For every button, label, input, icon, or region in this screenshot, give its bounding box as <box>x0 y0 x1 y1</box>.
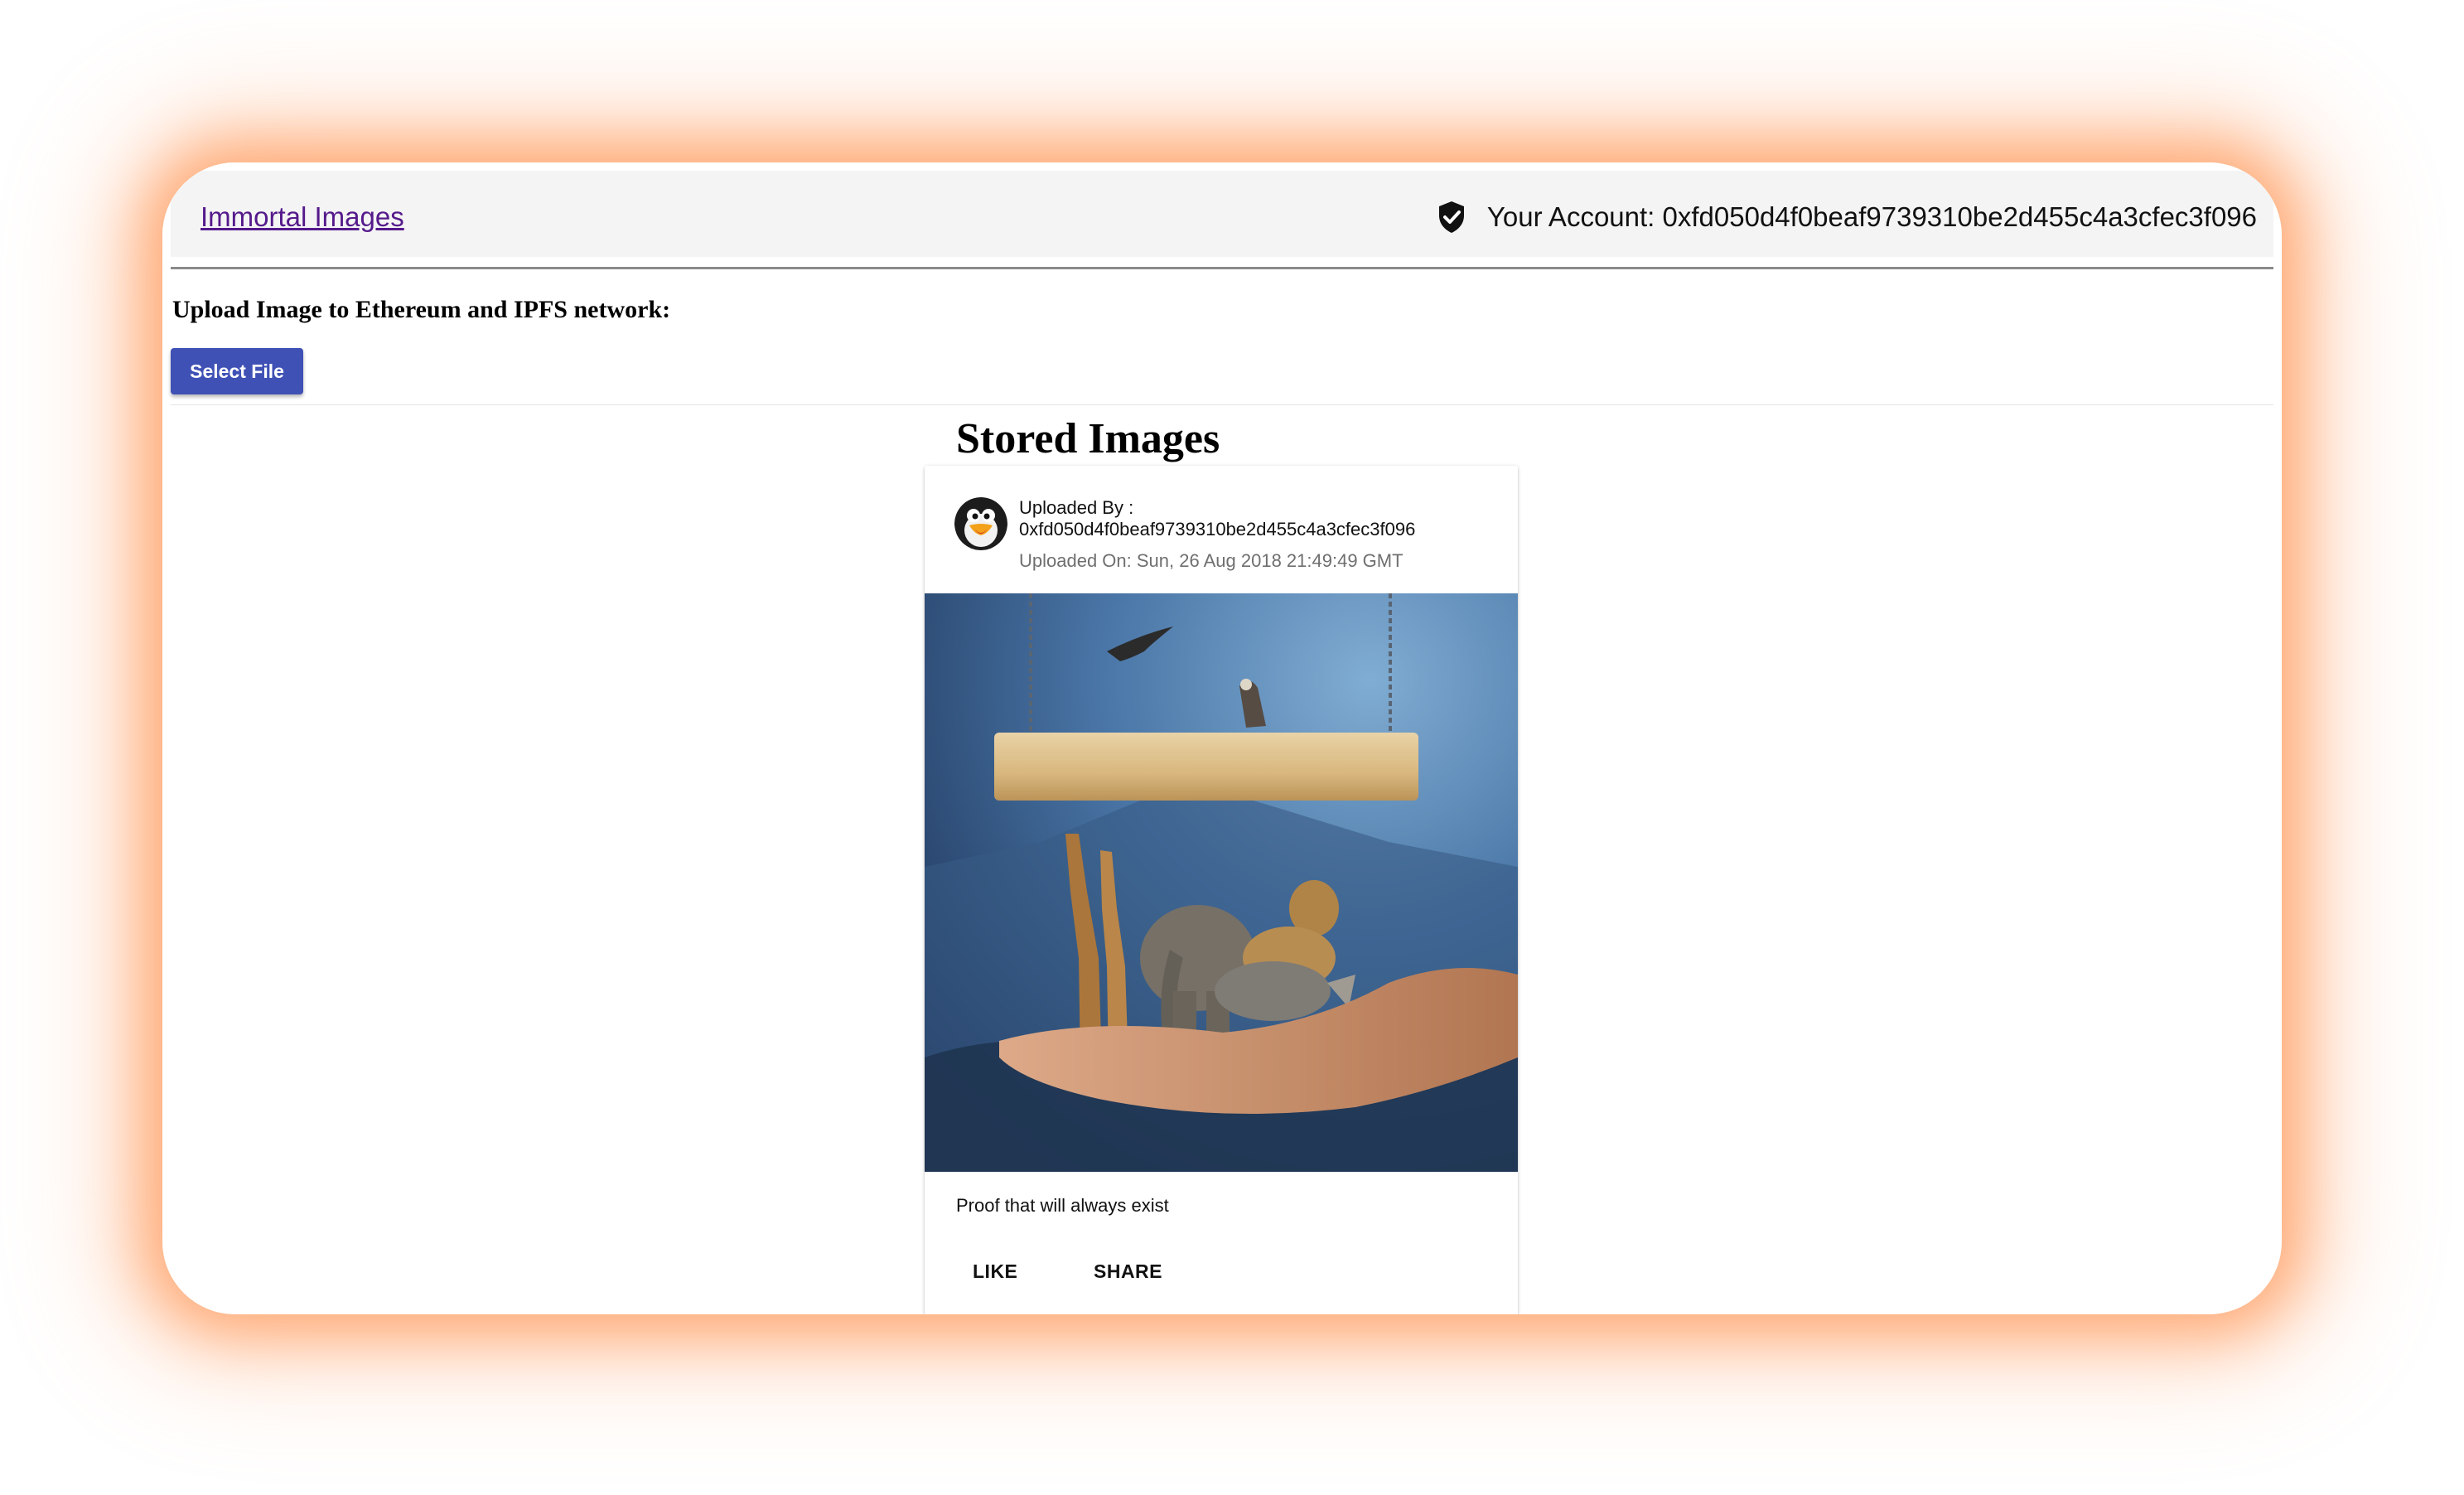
image-card: Uploaded By : 0xfd050d4f0beaf9739310be2d… <box>925 466 1518 1314</box>
app-header: Immortal Images Your Account: 0xfd050d4f… <box>171 171 2273 257</box>
share-button[interactable]: SHARE <box>1082 1250 1174 1293</box>
app-title-link[interactable]: Immortal Images <box>201 201 404 234</box>
account-address: Your Account: 0xfd050d4f0beaf9739310be2d… <box>1486 201 2257 232</box>
account-info: Your Account: 0xfd050d4f0beaf9739310be2d… <box>1437 201 2257 234</box>
image-caption: Proof that will always exist <box>956 1195 1169 1216</box>
header-divider <box>171 267 2273 269</box>
app-window: Immortal Images Your Account: 0xfd050d4f… <box>162 162 2282 1314</box>
shield-check-icon <box>1437 201 1466 234</box>
card-header: Uploaded By : 0xfd050d4f0beaf9739310be2d… <box>925 466 1518 593</box>
upload-timestamp: Uploaded On: Sun, 26 Aug 2018 21:49:49 G… <box>1019 550 1404 571</box>
uploaded-by-label: Uploaded By : <box>1019 497 1134 518</box>
section-divider <box>171 404 2273 405</box>
stored-image[interactable] <box>925 593 1518 1172</box>
penguin-avatar-icon <box>954 497 1007 550</box>
uploader-address: 0xfd050d4f0beaf9739310be2d455c4a3cfec3f0… <box>1019 519 1416 539</box>
upload-heading: Upload Image to Ethereum and IPFS networ… <box>172 296 671 323</box>
like-button[interactable]: LIKE <box>961 1250 1029 1293</box>
select-file-button[interactable]: Select File <box>171 348 303 394</box>
stored-images-title: Stored Images <box>956 415 1220 462</box>
